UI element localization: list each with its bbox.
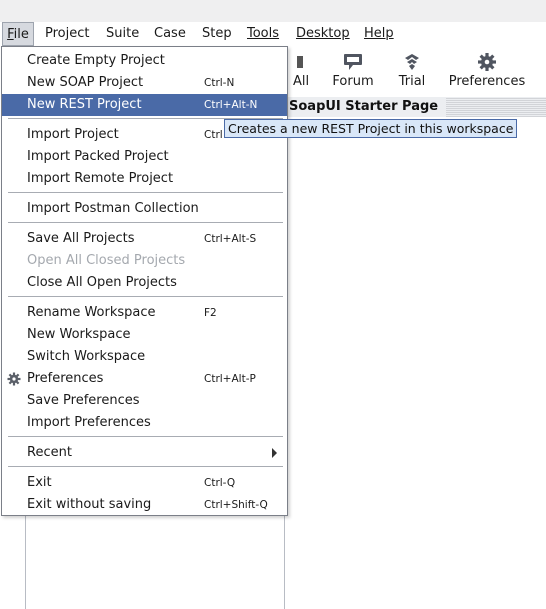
menu-item-label: Preferences (27, 371, 104, 386)
submenu-arrow-icon (272, 448, 277, 458)
menu-item-label: New Workspace (27, 327, 131, 342)
menu-separator (8, 222, 283, 223)
menu-separator (8, 296, 283, 297)
menu-item-label: Import Remote Project (27, 171, 174, 186)
toolbar-button-forum[interactable]: Forum (328, 46, 378, 94)
menu-separator (8, 192, 283, 193)
menu-item-import-postman-collection[interactable]: Import Postman Collection (2, 198, 287, 220)
menu-item-rename-workspace[interactable]: Rename Workspace F2 (2, 302, 287, 324)
projects-icon (297, 56, 303, 68)
menu-separator (8, 436, 283, 437)
menu-suite[interactable]: Suite (106, 22, 139, 46)
menu-item-shortcut: Ctrl (204, 129, 223, 141)
menu-item-shortcut: Ctrl+Alt-S (204, 233, 257, 245)
toolbar-button-trial[interactable]: Trial (391, 46, 433, 94)
toolbar-label-all: All (292, 74, 310, 89)
gear-icon (478, 53, 496, 71)
menu-item-import-packed-project[interactable]: Import Packed Project (2, 146, 287, 168)
toolbar-label-forum: Forum (332, 74, 374, 89)
menu-item-label: Open All Closed Projects (27, 253, 186, 268)
tab-soapui-starter-page[interactable]: SoapUI Starter Page (283, 97, 447, 117)
menu-item-label: Create Empty Project (27, 53, 165, 68)
menu-item-label: Rename Workspace (27, 305, 156, 320)
menu-item-label: Exit (27, 475, 52, 490)
menu-item-create-empty-project[interactable]: Create Empty Project (2, 50, 287, 72)
menu-item-label: Recent (27, 445, 72, 460)
menu-item-switch-workspace[interactable]: Switch Workspace (2, 346, 287, 368)
menu-item-label: New SOAP Project (27, 75, 144, 90)
menu-case[interactable]: Case (154, 22, 186, 46)
menu-item-label: Import Preferences (27, 415, 151, 430)
tab-strip: SoapUI Starter Page (283, 97, 546, 117)
menu-item-open-all-closed-projects: Open All Closed Projects (2, 250, 287, 272)
menu-item-exit[interactable]: Exit Ctrl-Q (2, 472, 287, 494)
menu-tools[interactable]: Tools (247, 22, 279, 46)
menu-item-shortcut: Ctrl-N (204, 77, 235, 89)
gear-icon (7, 372, 21, 386)
menu-item-label: Import Postman Collection (27, 201, 199, 216)
menu-item-shortcut: Ctrl+Shift-Q (204, 499, 268, 511)
window-title-strip (0, 0, 546, 22)
menu-item-label: Import Packed Project (27, 149, 169, 164)
menu-item-exit-without-saving[interactable]: Exit without saving Ctrl+Shift-Q (2, 494, 287, 516)
forum-icon (344, 54, 362, 70)
menu-item-shortcut: Ctrl+Alt-N (204, 99, 258, 111)
menu-separator (8, 466, 283, 467)
menu-item-save-preferences[interactable]: Save Preferences (2, 390, 287, 412)
menu-item-label: Import Project (27, 127, 119, 142)
menu-item-label: Exit without saving (27, 497, 152, 512)
menu-item-close-all-open-projects[interactable]: Close All Open Projects (2, 272, 287, 294)
menu-item-preferences[interactable]: Preferences Ctrl+Alt-P (2, 368, 287, 390)
file-menu-dropdown: Create Empty Project New SOAP Project Ct… (1, 46, 288, 516)
trial-icon (405, 54, 419, 70)
menu-item-new-rest-project[interactable]: New REST Project Ctrl+Alt-N (2, 94, 287, 116)
navigator-panel (25, 506, 285, 609)
menu-file[interactable]: File (2, 22, 34, 46)
menu-item-recent[interactable]: Recent (2, 442, 287, 464)
toolbar-button-all[interactable]: All (285, 46, 317, 94)
menu-item-label: Close All Open Projects (27, 275, 177, 290)
menu-item-label: New REST Project (27, 97, 142, 112)
menu-item-shortcut: Ctrl-Q (204, 477, 236, 489)
menu-item-new-soap-project[interactable]: New SOAP Project Ctrl-N (2, 72, 287, 94)
menu-item-label: Switch Workspace (27, 349, 146, 364)
toolbar-button-preferences[interactable]: Preferences (446, 46, 528, 94)
menu-item-import-preferences[interactable]: Import Preferences (2, 412, 287, 434)
menu-bar: File Project Suite Case Step Tools Deskt… (0, 22, 546, 46)
toolbar-label-trial: Trial (398, 74, 426, 89)
toolbar-label-preferences: Preferences (448, 74, 526, 89)
menu-item-import-remote-project[interactable]: Import Remote Project (2, 168, 287, 190)
menu-item-label: Save Preferences (27, 393, 140, 408)
menu-item-shortcut: Ctrl+Alt-P (204, 373, 256, 385)
menu-item-new-workspace[interactable]: New Workspace (2, 324, 287, 346)
menu-item-save-all-projects[interactable]: Save All Projects Ctrl+Alt-S (2, 228, 287, 250)
tooltip: Creates a new REST Project in this works… (224, 119, 518, 138)
menu-desktop[interactable]: Desktop (296, 22, 350, 46)
menu-item-label: Save All Projects (27, 231, 135, 246)
menu-project[interactable]: Project (45, 22, 89, 46)
menu-item-shortcut: F2 (204, 307, 217, 319)
menu-help[interactable]: Help (364, 22, 394, 46)
menu-step[interactable]: Step (202, 22, 232, 46)
